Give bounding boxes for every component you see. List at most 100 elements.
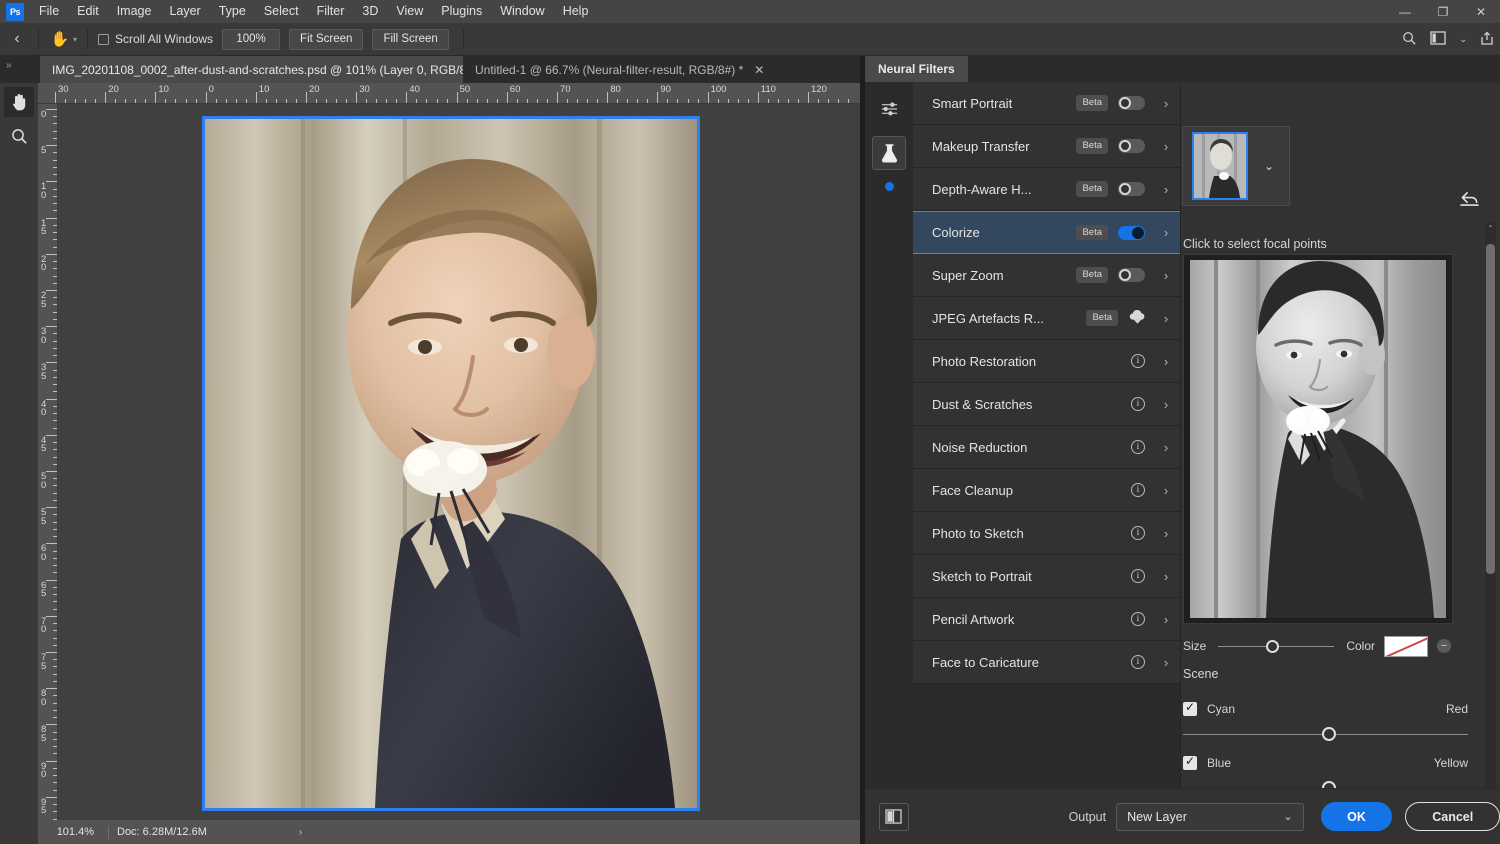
- menu-item-help[interactable]: Help: [554, 0, 598, 23]
- document-tab-active[interactable]: IMG_20201108_0002_after-dust-and-scratch…: [40, 56, 511, 83]
- close-icon[interactable]: ✕: [754, 63, 764, 77]
- menu-item-filter[interactable]: Filter: [308, 0, 354, 23]
- menu-item-plugins[interactable]: Plugins: [432, 0, 491, 23]
- chevron-down-icon[interactable]: ⌄: [1264, 159, 1274, 173]
- cloud-download-icon[interactable]: [1128, 308, 1147, 329]
- checkbox-box[interactable]: [98, 34, 109, 45]
- menu-item-view[interactable]: View: [387, 0, 432, 23]
- menu-item-image[interactable]: Image: [108, 0, 161, 23]
- status-expand-arrow-icon[interactable]: ›: [299, 827, 302, 838]
- chevron-right-icon[interactable]: ›: [1158, 311, 1174, 326]
- scrollbar-thumb[interactable]: [1486, 244, 1495, 574]
- zoom-tool[interactable]: [4, 121, 34, 151]
- expand-panels-chevron-icon[interactable]: »: [6, 60, 12, 71]
- filter-row-pencil-artwork[interactable]: Pencil Artworki›: [913, 598, 1180, 641]
- blue-yellow-checkbox[interactable]: [1183, 756, 1197, 770]
- restore-button[interactable]: ❐: [1424, 0, 1462, 23]
- filter-toggle[interactable]: [1118, 182, 1145, 196]
- ok-button[interactable]: OK: [1321, 802, 1393, 831]
- sliders-icon[interactable]: [872, 92, 906, 126]
- back-arrow-icon[interactable]: ‹: [0, 30, 34, 48]
- filter-row-face-cleanup[interactable]: Face Cleanupi›: [913, 469, 1180, 512]
- split-view-icon[interactable]: [879, 803, 909, 831]
- zoom-100-button[interactable]: 100%: [222, 29, 280, 50]
- menu-item-window[interactable]: Window: [491, 0, 553, 23]
- flask-icon[interactable]: [872, 136, 906, 170]
- close-button[interactable]: ✕: [1462, 0, 1500, 23]
- chevron-down-icon[interactable]: ▾: [73, 35, 77, 44]
- size-track-left[interactable]: [1218, 646, 1266, 647]
- info-icon[interactable]: i: [1131, 612, 1145, 626]
- menu-item-type[interactable]: Type: [210, 0, 255, 23]
- menu-item-edit[interactable]: Edit: [68, 0, 108, 23]
- info-icon[interactable]: i: [1131, 397, 1145, 411]
- scroll-all-windows-checkbox[interactable]: Scroll All Windows: [98, 32, 213, 46]
- chevron-right-icon[interactable]: ›: [1158, 268, 1174, 283]
- chevron-down-icon[interactable]: ⌄: [1283, 810, 1292, 823]
- tab-neural-filters[interactable]: Neural Filters: [865, 56, 968, 82]
- chevron-right-icon[interactable]: ›: [1158, 225, 1174, 240]
- filter-row-colorize[interactable]: ColorizeBeta›: [913, 211, 1180, 254]
- filter-row-depth-aware-h[interactable]: Depth-Aware H...Beta›: [913, 168, 1180, 211]
- chevron-right-icon[interactable]: ›: [1158, 96, 1174, 111]
- chevron-right-icon[interactable]: ›: [1158, 526, 1174, 541]
- hand-tool[interactable]: [4, 87, 34, 117]
- menu-item-file[interactable]: File: [30, 0, 68, 23]
- chevron-right-icon[interactable]: ›: [1158, 139, 1174, 154]
- info-icon[interactable]: i: [1131, 354, 1145, 368]
- menu-item-select[interactable]: Select: [255, 0, 308, 23]
- chevron-right-icon[interactable]: ›: [1158, 182, 1174, 197]
- reset-arrow-icon[interactable]: [1459, 190, 1480, 211]
- filter-toggle[interactable]: [1118, 96, 1145, 110]
- minimize-button[interactable]: —: [1386, 0, 1424, 23]
- filter-row-makeup-transfer[interactable]: Makeup TransferBeta›: [913, 125, 1180, 168]
- filter-row-sketch-to-portrait[interactable]: Sketch to Portraiti›: [913, 555, 1180, 598]
- share-icon[interactable]: [1480, 31, 1494, 49]
- chevron-right-icon[interactable]: ›: [1158, 440, 1174, 455]
- filter-toggle[interactable]: [1118, 226, 1145, 240]
- document-tab-inactive[interactable]: Untitled-1 @ 66.7% (Neural-filter-result…: [463, 56, 776, 83]
- canvas-area[interactable]: [58, 104, 860, 820]
- remove-color-button[interactable]: −: [1437, 639, 1451, 653]
- hand-tool-icon[interactable]: ✋: [43, 30, 77, 48]
- fill-screen-button[interactable]: Fill Screen: [372, 29, 448, 50]
- settings-scrollbar[interactable]: ⌃ ⌄: [1485, 222, 1496, 842]
- filter-row-jpeg-artefacts-r[interactable]: JPEG Artefacts R...Beta›: [913, 297, 1180, 340]
- filter-row-photo-restoration[interactable]: Photo Restorationi›: [913, 340, 1180, 383]
- preset-thumbnail-box[interactable]: ⌄: [1182, 126, 1290, 206]
- chevron-right-icon[interactable]: ›: [1158, 569, 1174, 584]
- zoom-level[interactable]: 101.4%: [38, 826, 100, 838]
- cancel-button[interactable]: Cancel: [1405, 802, 1500, 831]
- info-icon[interactable]: i: [1131, 655, 1145, 669]
- filter-row-super-zoom[interactable]: Super ZoomBeta›: [913, 254, 1180, 297]
- info-icon[interactable]: i: [1131, 526, 1145, 540]
- chevron-right-icon[interactable]: ›: [1158, 655, 1174, 670]
- info-icon[interactable]: i: [1131, 440, 1145, 454]
- size-track-right[interactable]: [1279, 646, 1334, 647]
- menu-item-3d[interactable]: 3D: [353, 0, 387, 23]
- output-select[interactable]: New Layer ⌄: [1116, 803, 1303, 831]
- menu-item-layer[interactable]: Layer: [160, 0, 209, 23]
- cyan-red-checkbox[interactable]: [1183, 702, 1197, 716]
- fit-screen-button[interactable]: Fit Screen: [289, 29, 363, 50]
- chevron-right-icon[interactable]: ›: [1158, 483, 1174, 498]
- filter-toggle[interactable]: [1118, 139, 1145, 153]
- preset-thumbnail[interactable]: [1192, 132, 1248, 200]
- scroll-up-arrow-icon[interactable]: ⌃: [1485, 224, 1496, 233]
- filter-row-dust-scratches[interactable]: Dust & Scratchesi›: [913, 383, 1180, 426]
- size-slider-knob[interactable]: [1266, 640, 1279, 653]
- chevron-right-icon[interactable]: ›: [1158, 397, 1174, 412]
- color-swatch[interactable]: [1384, 636, 1428, 657]
- chevron-right-icon[interactable]: ›: [1158, 354, 1174, 369]
- image-selection-frame[interactable]: [202, 116, 700, 811]
- filter-row-face-to-caricature[interactable]: Face to Caricaturei›: [913, 641, 1180, 684]
- search-icon[interactable]: [1402, 31, 1417, 49]
- filter-toggle[interactable]: [1118, 268, 1145, 282]
- info-icon[interactable]: i: [1131, 483, 1145, 497]
- preview-image[interactable]: [1183, 254, 1453, 624]
- workspace-icon[interactable]: [1430, 31, 1446, 48]
- slider-knob[interactable]: [1322, 727, 1336, 741]
- info-icon[interactable]: i: [1131, 569, 1145, 583]
- filter-row-smart-portrait[interactable]: Smart PortraitBeta›: [913, 82, 1180, 125]
- filter-row-noise-reduction[interactable]: Noise Reductioni›: [913, 426, 1180, 469]
